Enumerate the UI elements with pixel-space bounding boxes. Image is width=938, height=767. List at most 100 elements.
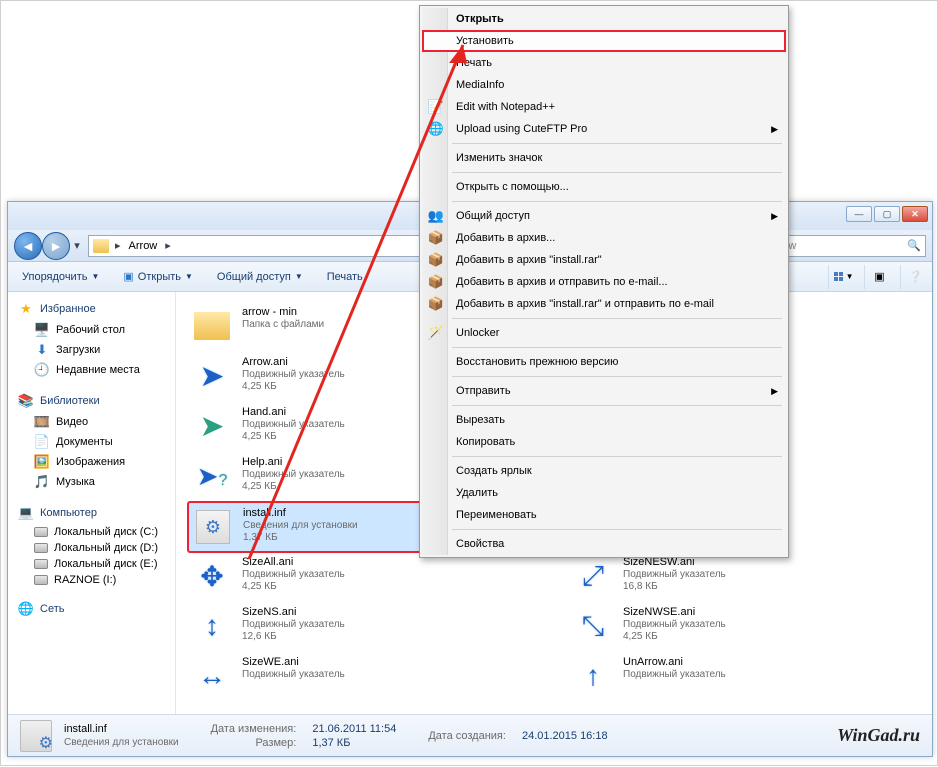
context-menu-item[interactable]: 🪄Unlocker [422,322,786,344]
view-mode-button[interactable]: ▼ [828,265,852,289]
menu-item-icon: 🌐 [428,121,444,137]
sidebar-item-drive-e[interactable]: Локальный диск (E:) [8,556,175,572]
sidebar-item-drive-d[interactable]: Локальный диск (D:) [8,540,175,556]
file-item[interactable]: ⤡SizeNWSE.aniПодвижный указатель4,25 КБ [569,602,829,652]
context-menu-item[interactable]: Отправить ▶ [422,380,786,402]
context-menu-item[interactable]: 👥Общий доступ▶ [422,205,786,227]
file-type: Подвижный указатель [623,619,726,631]
network-icon: 🌐 [18,601,34,617]
file-type: Папка с файлами [242,319,324,331]
context-menu-item[interactable]: 📦Добавить в архив "install.rar" [422,249,786,271]
menu-item-label: Отправить [456,385,511,397]
sidebar-item-drive-c[interactable]: Локальный диск (C:) [8,524,175,540]
sidebar-item-music[interactable]: 🎵Музыка [8,472,175,492]
file-type: Подвижный указатель [242,469,345,481]
file-name: Help.ani [242,456,345,469]
close-button[interactable]: ✕ [902,206,928,222]
menu-item-label: Добавить в архив и отправить по e-mail..… [456,276,668,288]
file-item[interactable]: ↔SizeWE.aniПодвижный указатель [188,652,448,702]
sidebar-item-documents[interactable]: 📄Документы [8,432,175,452]
sidebar-item-downloads[interactable]: ⬇Загрузки [8,340,175,360]
context-menu-item[interactable]: 📝Edit with Notepad++ [422,96,786,118]
organize-button[interactable]: Упорядочить▼ [16,268,105,286]
sidebar-item-drive-i[interactable]: RAZNOE (I:) [8,572,175,588]
menu-item-label: Свойства [456,538,504,550]
print-button[interactable]: Печать [321,268,369,286]
sidebar-item-pictures[interactable]: 🖼️Изображения [8,452,175,472]
file-item[interactable]: ↕SizeNS.aniПодвижный указатель12,6 КБ [188,602,448,652]
menu-item-label: Upload using CuteFTP Pro [456,123,587,135]
breadcrumb-separator: ▸ [113,239,123,252]
file-item[interactable]: ⤢SizeNESW.aniПодвижный указатель16,8 КБ [569,552,829,602]
file-item[interactable]: ➤Arrow.aniПодвижный указатель4,25 КБ [188,352,448,402]
help-button[interactable]: ❔ [900,265,924,289]
context-menu-item[interactable]: Переименовать [422,504,786,526]
file-type: Подвижный указатель [242,619,345,631]
file-icon [192,306,232,346]
context-menu-item[interactable]: 📦Добавить в архив... [422,227,786,249]
file-type: Подвижный указатель [623,669,726,681]
file-icon: ➤ [192,356,232,396]
disk-icon [34,559,48,569]
context-menu-item[interactable]: Создать ярлык [422,460,786,482]
disk-icon [34,575,48,585]
file-icon: ✥ [192,556,232,596]
context-menu-item[interactable]: Установить [422,30,786,52]
forward-button[interactable]: ► [42,232,70,260]
context-menu-item[interactable]: Печать [422,52,786,74]
search-icon: 🔍 [907,239,921,252]
computer-icon: 💻 [18,505,34,521]
menu-item-label: Открыть с помощью... [456,181,569,193]
status-meta: Дата создания:24.01.2015 16:18 [428,730,607,742]
nav-sidebar: ★Избранное 🖥️Рабочий стол ⬇Загрузки 🕘Нед… [8,292,176,714]
context-menu-item[interactable]: Восстановить прежнюю версию [422,351,786,373]
sidebar-item-recent[interactable]: 🕘Недавние места [8,360,175,380]
sidebar-item-desktop[interactable]: 🖥️Рабочий стол [8,320,175,340]
file-item[interactable]: arrow - minПапка с файлами [188,302,448,352]
context-menu-item[interactable]: MediaInfo [422,74,786,96]
menu-item-label: Печать [456,57,492,69]
back-button[interactable]: ◄ [14,232,42,260]
file-icon: ↕ [192,606,232,646]
submenu-arrow-icon: ▶ [771,124,778,135]
context-menu-item[interactable]: Вырезать [422,409,786,431]
breadcrumb[interactable]: Arrow [127,240,160,252]
status-file-icon [20,720,52,752]
context-menu-item[interactable]: 📦Добавить в архив и отправить по e-mail.… [422,271,786,293]
menu-item-icon: 📦 [428,230,444,246]
preview-pane-button[interactable]: ▣ [864,265,888,289]
file-item[interactable]: ➤Hand.aniПодвижный указатель4,25 КБ [188,402,448,452]
file-item[interactable]: ✥SizeAll.aniПодвижный указатель4,25 КБ [188,552,448,602]
minimize-button[interactable]: — [846,206,872,222]
favorites-header[interactable]: ★Избранное [8,298,175,320]
submenu-arrow-icon: ▶ [771,386,778,397]
computer-header[interactable]: 💻Компьютер [8,502,175,524]
network-header[interactable]: 🌐Сеть [8,598,175,620]
context-menu-item[interactable]: Копировать [422,431,786,453]
file-type: Подвижный указатель [242,419,345,431]
context-menu-item[interactable]: Свойства [422,533,786,555]
nav-history-dropdown[interactable]: ▾ [70,232,84,260]
file-item[interactable]: ↑UnArrow.aniПодвижный указатель [569,652,829,702]
status-file-desc: Сведения для установки [64,736,179,749]
maximize-button[interactable]: ▢ [874,206,900,222]
file-type: Подвижный указатель [242,669,345,681]
file-name: SizeWE.ani [242,656,345,669]
file-item[interactable]: ⚙install.infСведения для установки1,37 К… [188,502,448,552]
file-type: Подвижный указатель [623,569,726,581]
menu-item-label: Открыть [456,13,504,25]
file-icon: ↑ [573,656,613,696]
share-button[interactable]: Общий доступ▼ [211,268,309,286]
context-menu-item[interactable]: Изменить значок [422,147,786,169]
sidebar-item-videos[interactable]: 🎞️Видео [8,412,175,432]
file-name: SizeNS.ani [242,606,345,619]
submenu-arrow-icon: ▶ [771,211,778,222]
file-item[interactable]: ➤?Help.aniПодвижный указатель4,25 КБ [188,452,448,502]
context-menu-item[interactable]: 🌐 Upload using CuteFTP Pro ▶ [422,118,786,140]
libraries-header[interactable]: 📚Библиотеки [8,390,175,412]
context-menu-item[interactable]: 📦Добавить в архив "install.rar" и отправ… [422,293,786,315]
context-menu-item[interactable]: Удалить [422,482,786,504]
open-button[interactable]: ▣Открыть▼ [117,267,199,286]
context-menu-item[interactable]: Открыть с помощью... [422,176,786,198]
context-menu-item[interactable]: Открыть [422,8,786,30]
